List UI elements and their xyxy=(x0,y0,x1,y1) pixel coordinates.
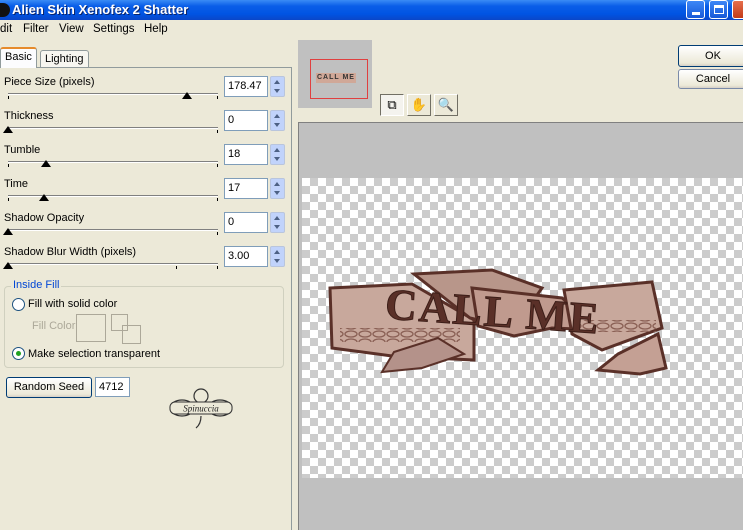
tumble-spinner[interactable] xyxy=(270,144,285,165)
view-rectangle[interactable] xyxy=(310,59,368,99)
compare-icon: ⧉ xyxy=(387,97,397,112)
shadow-opacity-input[interactable]: 0 xyxy=(224,212,268,233)
seed-input[interactable]: 4712 xyxy=(95,377,130,397)
slider-tick xyxy=(217,266,218,269)
menu-bar: dit Filter View Settings Help xyxy=(0,20,743,40)
slider-tick xyxy=(217,164,218,167)
param-label: Thickness xyxy=(4,110,54,122)
thickness-spinner[interactable] xyxy=(270,110,285,131)
fill-color-swatch xyxy=(76,314,106,342)
fill-color-label: Fill Color xyxy=(32,320,76,332)
shadow-blur-input[interactable]: 3.00 xyxy=(224,246,268,267)
slider-tick xyxy=(217,232,218,235)
slider-thumb[interactable] xyxy=(3,126,13,133)
menu-filter[interactable]: Filter xyxy=(23,23,49,35)
spin-up-icon[interactable] xyxy=(274,182,280,186)
slider-tick xyxy=(8,96,9,99)
piece-size-input[interactable]: 178.47 xyxy=(224,76,268,97)
watermark-logo: Spinuccia xyxy=(169,388,233,429)
spin-down-icon[interactable] xyxy=(274,157,280,161)
menu-view[interactable]: View xyxy=(59,23,84,35)
slider-thumb[interactable] xyxy=(40,160,51,167)
menu-help[interactable]: Help xyxy=(144,23,168,35)
spin-down-icon[interactable] xyxy=(274,259,280,263)
param-label: Shadow Opacity xyxy=(4,212,85,224)
app-icon[interactable] xyxy=(0,3,10,17)
spin-up-icon[interactable] xyxy=(274,114,280,118)
slider-thumb[interactable] xyxy=(3,228,13,235)
slider-track[interactable] xyxy=(8,229,218,231)
tumble-input[interactable]: 18 xyxy=(224,144,268,165)
minimize-icon xyxy=(691,12,700,15)
shadow-opacity-spinner[interactable] xyxy=(270,212,285,233)
hand-icon: ✋ xyxy=(410,97,428,112)
piece-size-spinner[interactable] xyxy=(270,76,285,97)
spin-down-icon[interactable] xyxy=(274,89,280,93)
tab-basic[interactable]: Basic xyxy=(0,47,37,68)
fill-solid-label[interactable]: Fill with solid color xyxy=(28,298,117,310)
maximize-icon xyxy=(713,5,724,14)
transparent-radio[interactable] xyxy=(12,347,25,360)
param-label: Time xyxy=(4,178,29,190)
param-label: Piece Size (pixels) xyxy=(4,76,95,88)
menu-edit[interactable]: dit xyxy=(0,23,12,35)
window-title: Alien Skin Xenofex 2 Shatter xyxy=(12,2,189,17)
spin-up-icon[interactable] xyxy=(274,250,280,254)
random-seed-button[interactable]: Random Seed xyxy=(6,377,92,398)
slider-tick xyxy=(217,130,218,133)
menu-settings[interactable]: Settings xyxy=(93,23,135,35)
maximize-button[interactable] xyxy=(709,0,728,19)
slider-tick xyxy=(217,198,218,201)
time-input[interactable]: 17 xyxy=(224,178,268,199)
spin-down-icon[interactable] xyxy=(274,191,280,195)
spin-up-icon[interactable] xyxy=(274,148,280,152)
param-label: Shadow Blur Width (pixels) xyxy=(4,246,137,258)
slider-thumb[interactable] xyxy=(3,262,13,269)
shadow-blur-spinner[interactable] xyxy=(270,246,285,267)
magnifier-icon: 🔍 xyxy=(437,97,455,112)
spin-down-icon[interactable] xyxy=(274,225,280,229)
fill-color-swatch-back xyxy=(122,325,141,344)
param-label: Tumble xyxy=(4,144,41,156)
spin-down-icon[interactable] xyxy=(274,123,280,127)
slider-thumb[interactable] xyxy=(38,194,49,201)
slider-tick xyxy=(176,266,177,269)
inside-fill-legend: Inside Fill xyxy=(11,279,62,291)
slider-track[interactable] xyxy=(8,161,218,163)
watermark-text: Spinuccia xyxy=(183,404,219,414)
slider-tick xyxy=(8,198,9,201)
compare-tool-button[interactable]: ⧉ xyxy=(380,94,404,116)
slider-track[interactable] xyxy=(8,127,218,129)
time-spinner[interactable] xyxy=(270,178,285,199)
thickness-input[interactable]: 0 xyxy=(224,110,268,131)
slider-tick xyxy=(217,96,218,99)
tab-lighting[interactable]: Lighting xyxy=(40,50,89,68)
cancel-button[interactable]: Cancel xyxy=(678,69,743,89)
spin-up-icon[interactable] xyxy=(274,216,280,220)
slider-thumb[interactable] xyxy=(181,92,192,99)
fill-solid-radio[interactable] xyxy=(12,298,25,311)
ok-button[interactable]: OK xyxy=(678,45,743,67)
shattered-text-image: CALL ME xyxy=(328,268,668,376)
minimize-button[interactable] xyxy=(686,0,705,19)
spin-up-icon[interactable] xyxy=(274,80,280,84)
slider-tick xyxy=(8,164,9,167)
slider-track[interactable] xyxy=(8,263,218,265)
hand-tool-button[interactable]: ✋ xyxy=(407,94,431,116)
title-bar[interactable]: Alien Skin Xenofex 2 Shatter xyxy=(0,0,743,20)
zoom-tool-button[interactable]: 🔍 xyxy=(434,94,458,116)
transparent-label[interactable]: Make selection transparent xyxy=(28,348,160,360)
close-button[interactable] xyxy=(732,0,743,19)
